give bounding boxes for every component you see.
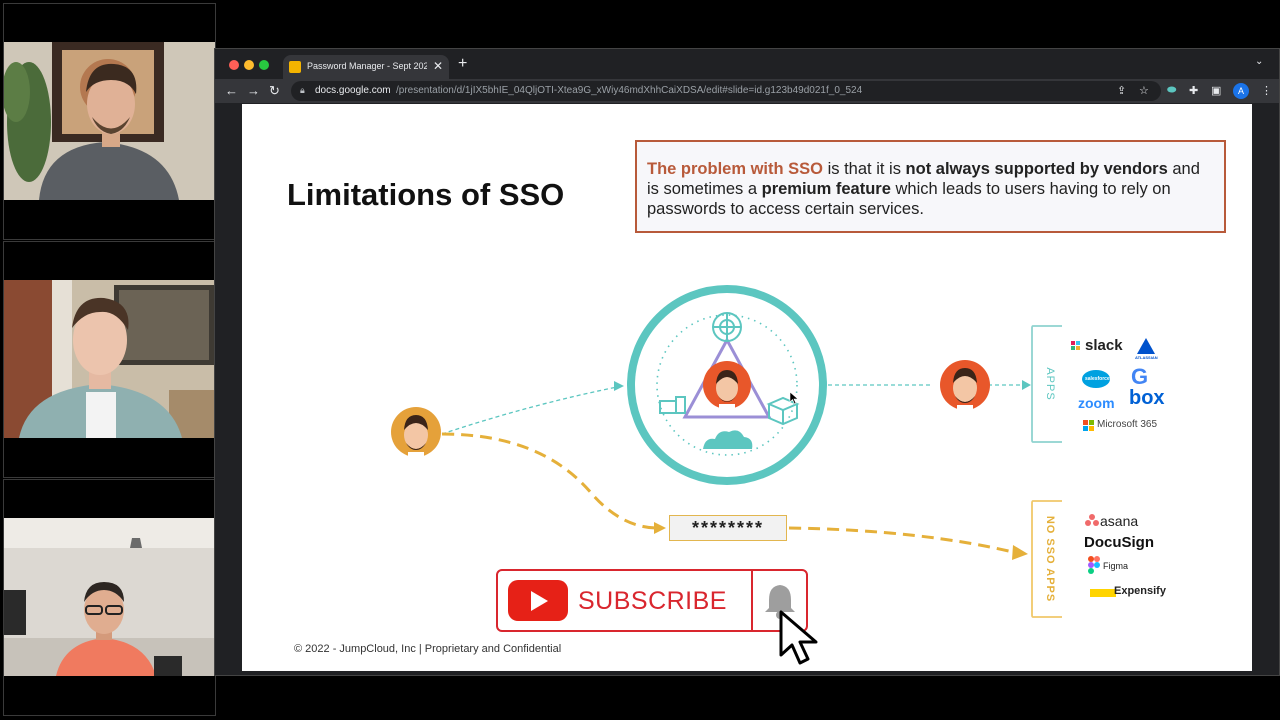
expensify-logo-icon [1090, 589, 1116, 597]
slide-footer: © 2022 - JumpCloud, Inc | Proprietary an… [294, 643, 562, 655]
participant-video-2 [4, 280, 215, 438]
back-arrow-icon[interactable]: ← [225, 83, 238, 98]
subscribe-overlay[interactable]: SUBSCRIBE [496, 569, 808, 632]
authenticated-user-avatar [940, 360, 990, 410]
bookmark-star-icon[interactable]: ☆ [1139, 84, 1149, 97]
extension-icon[interactable]: ⬬ [1167, 84, 1176, 97]
password-mask: ******** [669, 515, 787, 541]
participant-tile-3[interactable] [3, 479, 216, 716]
side-panel-icon[interactable]: ▣ [1211, 84, 1221, 97]
slack-logo-icon [1071, 341, 1080, 350]
participant-video-3 [4, 518, 215, 676]
end-user-avatar [391, 407, 441, 457]
password-to-nosso-connector [788, 526, 1018, 555]
atlassian-logo-icon [1137, 338, 1155, 354]
ai-brain-icon [712, 312, 742, 342]
user-to-password-connector [441, 432, 659, 530]
microsoft-logo-icon [1083, 420, 1094, 431]
participant-tile-1[interactable] [3, 3, 216, 240]
new-tab-icon[interactable]: + [458, 55, 467, 73]
tab-search-icon[interactable]: ⌄ [1255, 56, 1263, 67]
close-tab-icon[interactable]: ✕ [433, 59, 443, 73]
address-bar[interactable]: 🔒︎ docs.google.com /presentation/d/1jIX5… [291, 81, 1161, 101]
participant-tile-2[interactable] [3, 241, 216, 478]
close-window-button[interactable] [229, 60, 239, 70]
maximize-window-button[interactable] [259, 60, 269, 70]
presentation-slide: Limitations of SSO The problem with SSO … [242, 104, 1252, 671]
subscribe-divider [751, 569, 753, 632]
microsoft-365-brand: Microsoft 365 [1097, 419, 1158, 430]
url-path: /presentation/d/1jIX5bhIE_04QljOTI-Xtea9… [396, 85, 863, 96]
subscribe-label: SUBSCRIBE [578, 587, 727, 615]
cursor-icon [789, 391, 799, 405]
mouse-pointer-icon [779, 610, 818, 665]
no-sso-apps-label: NO SSO APPS [1044, 516, 1056, 602]
url-domain: docs.google.com [315, 85, 391, 96]
docusign-brand: DocuSign [1084, 534, 1154, 551]
box-brand: box [1129, 387, 1165, 409]
youtube-play-icon [508, 580, 568, 621]
forward-arrow-icon[interactable]: → [247, 83, 260, 98]
puzzle-extensions-icon[interactable]: ✚ [1189, 84, 1198, 97]
expensify-brand: Expensify [1114, 585, 1166, 597]
asana-brand: asana [1100, 513, 1139, 529]
reload-icon[interactable]: ↻ [269, 83, 280, 99]
atlassian-brand: ATLASSIAN [1135, 355, 1158, 360]
asana-logo-icon [1085, 514, 1099, 526]
figma-brand: Figma [1103, 561, 1129, 571]
lock-icon: 🔒︎ [300, 85, 305, 95]
user-to-sso-connector [441, 385, 623, 435]
participant-video-1 [4, 42, 215, 200]
tab-title: Password Manager - Sept 2022 [307, 61, 427, 71]
navigation-bar: ← → ↻ 🔒︎ docs.google.com /presentation/d… [215, 79, 1279, 103]
salesforce-brand: salesforce [1085, 376, 1110, 382]
apps-label: APPS [1044, 367, 1056, 400]
tab-bar: Password Manager - Sept 2022 ✕ + ⌄ [215, 49, 1279, 79]
minimize-window-button[interactable] [244, 60, 254, 70]
slack-brand: slack [1085, 337, 1123, 354]
zoom-brand: zoom [1078, 395, 1115, 411]
profile-avatar[interactable]: A [1233, 83, 1249, 99]
share-icon[interactable]: ⇪ [1117, 84, 1126, 97]
figma-logo-icon [1088, 556, 1100, 574]
tab-password-manager[interactable]: Password Manager - Sept 2022 ✕ [283, 55, 449, 79]
menu-kebab-icon[interactable]: ⋮ [1261, 84, 1272, 97]
google-slides-icon [289, 61, 301, 73]
browser-window: Password Manager - Sept 2022 ✕ + ⌄ ← → ↻… [214, 48, 1280, 676]
